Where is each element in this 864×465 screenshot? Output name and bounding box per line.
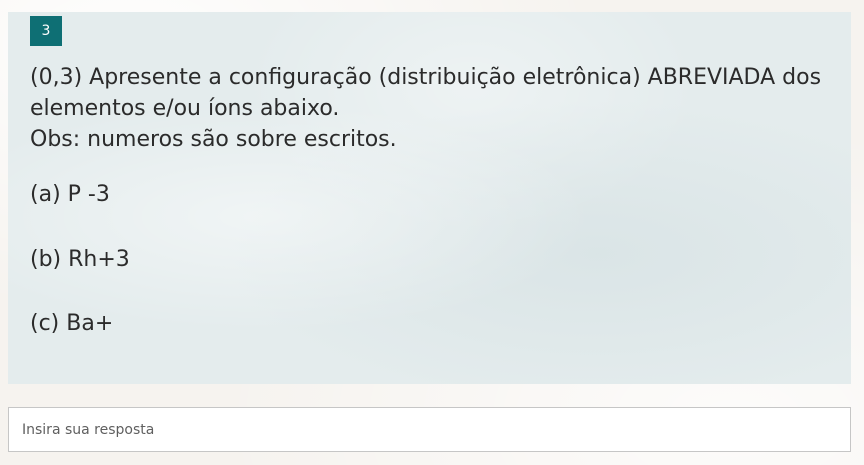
question-text-line: (0,3) Apresente a configuração (distribu… <box>30 65 822 90</box>
option-c: (c) Ba+ <box>30 311 114 336</box>
question-number-badge: 3 <box>30 16 62 46</box>
question-text-line: elementos e/ou íons abaixo. <box>30 96 340 121</box>
question-text: (0,3) Apresente a configuração (distribu… <box>30 62 830 155</box>
option-a: (a) P -3 <box>30 182 110 207</box>
question-note: Obs: numeros são sobre escritos. <box>30 127 397 152</box>
answer-input[interactable] <box>8 407 851 452</box>
question-card: 3 (0,3) Apresente a configuração (distri… <box>8 12 851 384</box>
option-b: (b) Rh+3 <box>30 247 130 272</box>
